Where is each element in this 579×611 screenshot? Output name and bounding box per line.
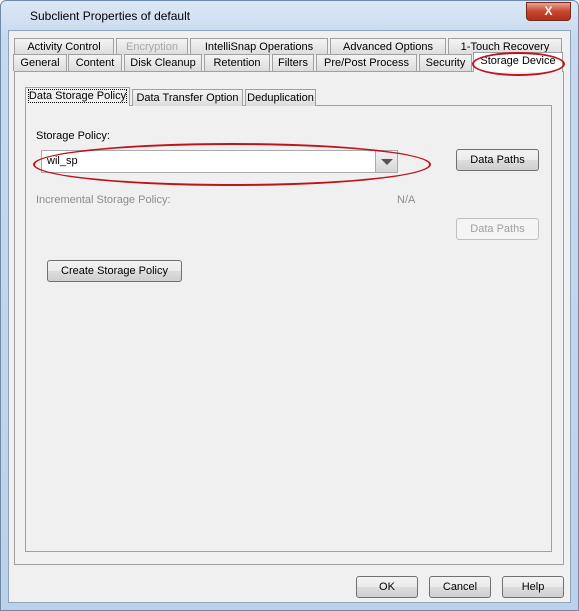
incremental-storage-policy-label: Incremental Storage Policy:: [36, 194, 171, 206]
data-paths-button[interactable]: Data Paths: [456, 149, 539, 171]
tab-content[interactable]: Content: [68, 54, 122, 71]
chevron-down-icon[interactable]: [375, 151, 397, 172]
subtab-deduplication[interactable]: Deduplication: [245, 89, 316, 106]
storage-policy-value: wil_sp: [47, 155, 78, 167]
tab-general[interactable]: General: [13, 54, 67, 71]
close-button[interactable]: X: [526, 2, 571, 21]
tab-advanced-options[interactable]: Advanced Options: [330, 38, 446, 55]
tab-encryption: Encryption: [116, 38, 188, 55]
subtab-data-storage-policy[interactable]: Data Storage Policy: [25, 87, 130, 106]
storage-policy-label: Storage Policy:: [36, 130, 110, 142]
tab-retention[interactable]: Retention: [204, 54, 270, 71]
cancel-button[interactable]: Cancel: [429, 576, 491, 598]
help-button[interactable]: Help: [502, 576, 564, 598]
incremental-storage-policy-value: N/A: [397, 194, 416, 206]
tab-pre-post-process[interactable]: Pre/Post Process: [316, 54, 417, 71]
tab-intellisnap-operations[interactable]: IntelliSnap Operations: [190, 38, 328, 55]
tab-disk-cleanup[interactable]: Disk Cleanup: [124, 54, 202, 71]
data-paths-disabled-button: Data Paths: [456, 218, 539, 240]
tab-activity-control[interactable]: Activity Control: [14, 38, 114, 55]
tab-security[interactable]: Security: [419, 54, 472, 71]
tab-filters[interactable]: Filters: [272, 54, 314, 71]
tab-storage-device[interactable]: Storage Device: [473, 52, 563, 72]
subtab-data-transfer-option[interactable]: Data Transfer Option: [132, 89, 243, 106]
subtab-label: Data Storage Policy: [27, 89, 128, 103]
ok-button[interactable]: OK: [356, 576, 418, 598]
window-title: Subclient Properties of default: [30, 9, 191, 23]
storage-policy-select[interactable]: wil_sp: [41, 150, 398, 173]
create-storage-policy-button[interactable]: Create Storage Policy: [47, 260, 182, 282]
